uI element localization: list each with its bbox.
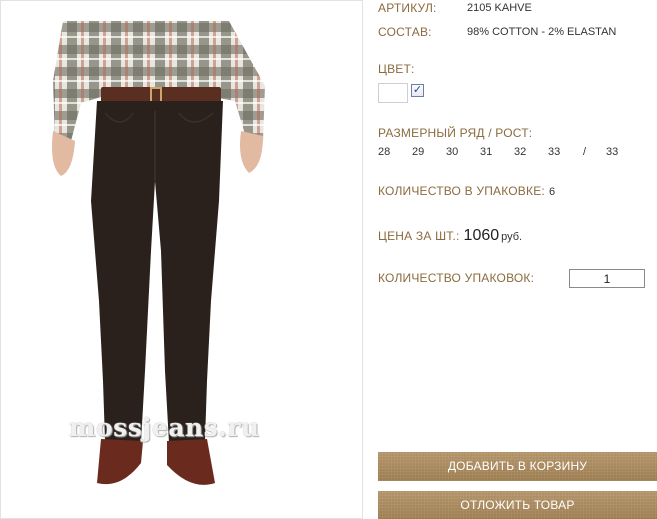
composition-value: 98% COTTON - 2% ELASTAN	[467, 26, 617, 38]
size-list: 28 29 30 31 32 33 / 33	[378, 146, 638, 162]
packs-label: КОЛИЧЕСТВО УПАКОВОК:	[378, 271, 535, 285]
postpone-button[interactable]: ОТЛОЖИТЬ ТОВАР	[378, 491, 657, 519]
price-unit: руб.	[501, 231, 523, 243]
height-item: 33	[606, 146, 619, 158]
price-row: ЦЕНА ЗА ШТ.: 1060 руб.	[378, 227, 522, 245]
composition-row: СОСТАВ: 98% COTTON - 2% ELASTAN	[378, 25, 616, 39]
sizes-label: РАЗМЕРНЫЙ РЯД / РОСТ:	[378, 126, 533, 140]
color-checkbox[interactable]: ✓	[411, 84, 424, 97]
size-item: 32	[514, 146, 527, 158]
price-value: 1060	[463, 227, 500, 244]
watermark: mossjeans.ru	[69, 413, 260, 442]
add-to-cart-button[interactable]: ДОБАВИТЬ В КОРЗИНУ	[378, 452, 657, 481]
size-item: 30	[446, 146, 459, 158]
color-swatch[interactable]	[378, 83, 408, 103]
pack-qty-label: КОЛИЧЕСТВО В УПАКОВКЕ:	[378, 184, 545, 198]
price-label: ЦЕНА ЗА ШТ.:	[378, 229, 460, 243]
size-item: 28	[378, 146, 391, 158]
sizes-row: РАЗМЕРНЫЙ РЯД / РОСТ:	[378, 126, 532, 140]
size-item: 29	[412, 146, 425, 158]
size-separator: /	[583, 146, 587, 158]
article-value: 2105 KAHVE	[467, 2, 532, 14]
packs-row: КОЛИЧЕСТВО УПАКОВОК:	[378, 271, 534, 285]
packs-quantity-input[interactable]	[569, 269, 645, 288]
color-row: ЦВЕТ:	[378, 62, 415, 76]
article-label: АРТИКУЛ:	[378, 1, 437, 15]
article-row: АРТИКУЛ: 2105 KAHVE	[378, 1, 532, 15]
size-item: 31	[480, 146, 493, 158]
size-item: 33	[548, 146, 561, 158]
color-label: ЦВЕТ:	[378, 62, 415, 76]
product-photo[interactable]: mossjeans.ru	[0, 0, 363, 519]
pack-qty-value: 6	[548, 186, 556, 198]
composition-label: СОСТАВ:	[378, 25, 432, 39]
pack-qty-row: КОЛИЧЕСТВО В УПАКОВКЕ: 6	[378, 184, 555, 198]
